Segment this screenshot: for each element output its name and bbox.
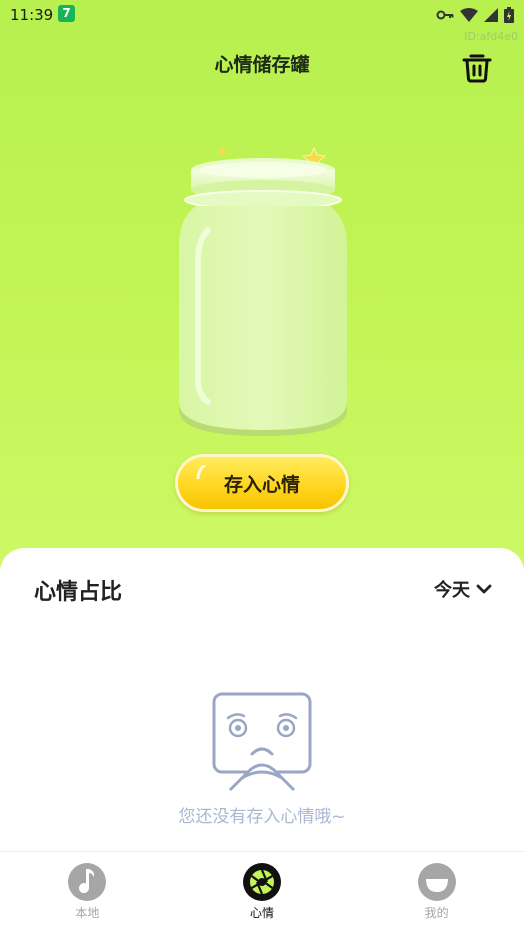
- sad-face-illustration: [212, 692, 312, 792]
- battery-icon: [504, 7, 514, 23]
- mood-jar-illustration: [179, 146, 347, 436]
- tab-mood[interactable]: 心情: [175, 852, 350, 932]
- save-mood-label: 存入心情: [223, 473, 300, 496]
- page-title: 心情储存罐: [214, 54, 310, 76]
- wifi-icon: [460, 8, 478, 22]
- music-note-icon: [68, 863, 107, 901]
- status-bar: 11:39 7: [0, 0, 524, 30]
- device-id-label: ID:afd4e0: [464, 30, 518, 43]
- status-time: 11:39: [10, 6, 54, 24]
- save-mood-button[interactable]: 存入心情: [175, 454, 349, 512]
- chevron-down-icon: [476, 584, 492, 594]
- bottom-tab-bar: 本地 心情 我的: [0, 851, 524, 932]
- status-icons: [436, 6, 514, 24]
- tab-local-label: 本地: [75, 906, 100, 920]
- date-range-dropdown[interactable]: 今天: [434, 576, 492, 602]
- mood-jar: [168, 140, 358, 440]
- trash-icon: [462, 54, 492, 83]
- empty-state-text: 您还没有存入心情哦~: [178, 807, 346, 827]
- tab-mine[interactable]: 我的: [349, 852, 524, 932]
- smile-face-icon: [417, 863, 456, 901]
- clear-jar-button[interactable]: [460, 50, 494, 84]
- date-range-label: 今天: [434, 580, 470, 601]
- star-icon: [217, 146, 227, 156]
- sparkle-icon: [196, 465, 206, 479]
- app-notification-badge: 7: [58, 5, 75, 22]
- tab-local[interactable]: 本地: [0, 852, 175, 932]
- tab-mood-label: 心情: [250, 906, 275, 920]
- key-icon: [436, 10, 454, 20]
- tab-mine-label: 我的: [424, 906, 449, 920]
- signal-icon: [484, 8, 498, 22]
- aperture-icon: [243, 863, 281, 901]
- mood-ratio-title: 心情占比: [34, 580, 123, 605]
